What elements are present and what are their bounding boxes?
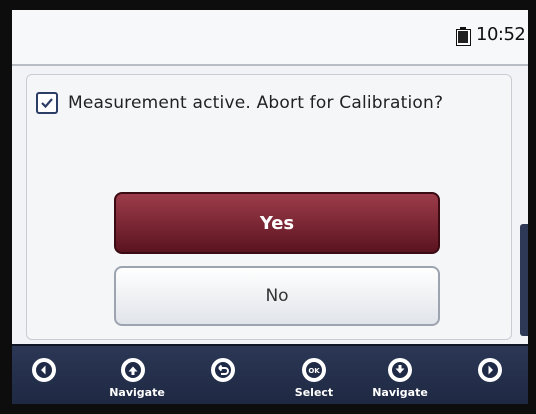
arrow-left-icon[interactable] (32, 358, 56, 382)
arrow-up-icon[interactable] (121, 358, 145, 382)
status-bar: 10:52 (12, 10, 528, 66)
no-button[interactable]: No (114, 266, 440, 326)
ok-icon[interactable]: OK (302, 358, 326, 382)
svg-text:OK: OK (308, 367, 320, 375)
battery-icon (456, 27, 471, 46)
back-icon[interactable] (211, 358, 235, 382)
arrow-right-icon[interactable] (478, 358, 502, 382)
yes-button[interactable]: Yes (114, 192, 440, 254)
arrow-down-icon[interactable] (388, 358, 412, 382)
side-scroll-indicator (520, 224, 528, 336)
device-screen: 10:52 Measurement active. Abort for Cali… (12, 10, 528, 404)
navigate-up-label: Navigate (109, 386, 165, 399)
navigate-down-label: Navigate (372, 386, 428, 399)
dialog-message: Measurement active. Abort for Calibratio… (68, 93, 444, 113)
clock-time: 10:52 (476, 24, 526, 45)
dialog-message-row: Measurement active. Abort for Calibratio… (36, 92, 443, 114)
device-bezel: 10:52 Measurement active. Abort for Cali… (0, 0, 536, 414)
softkey-bar: Navigate OK Select Navigate (12, 344, 528, 404)
select-label: Select (294, 386, 334, 399)
checkmark-icon (36, 92, 58, 114)
